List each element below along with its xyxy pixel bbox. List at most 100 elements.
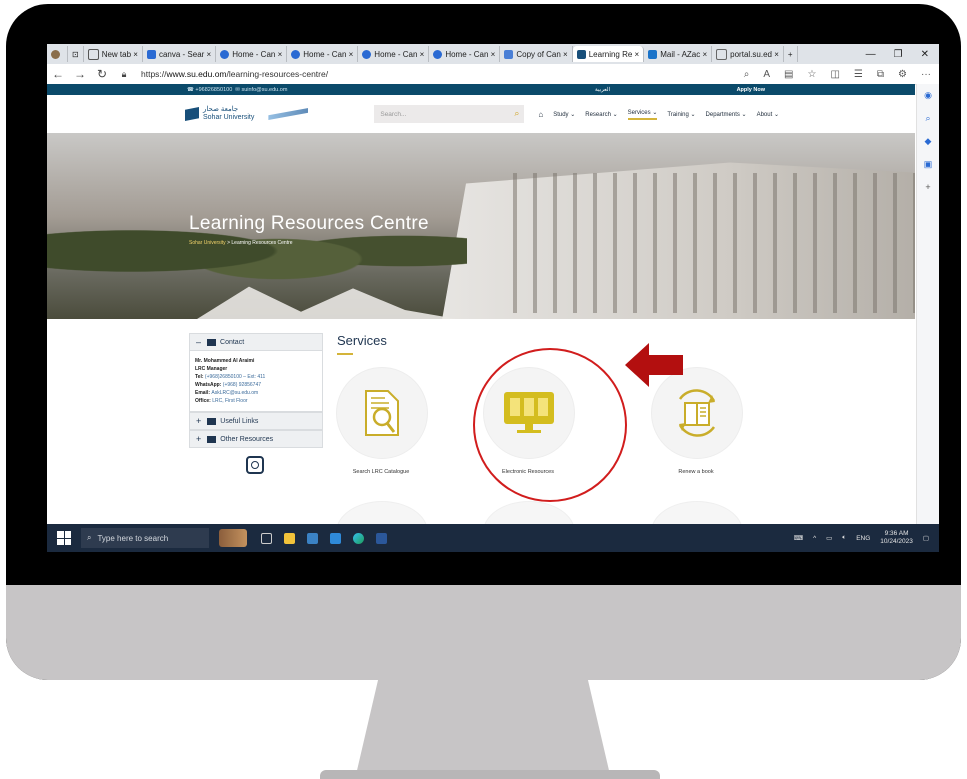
service-tile-partial[interactable] bbox=[651, 501, 743, 524]
restore-icon[interactable]: ❐ bbox=[894, 49, 903, 60]
taskbar-search-placeholder: Type here to search bbox=[97, 533, 169, 543]
keyboard-icon[interactable]: ⌨ bbox=[794, 534, 803, 542]
more-icon[interactable]: ··· bbox=[921, 69, 931, 80]
network-icon[interactable]: ▭ bbox=[826, 534, 832, 542]
browser-tab[interactable]: Home - Can × bbox=[216, 46, 288, 62]
word-icon[interactable] bbox=[376, 532, 387, 544]
favorite-star-icon[interactable]: ☆ bbox=[808, 69, 817, 80]
tab-label: New tab bbox=[101, 49, 132, 59]
service-catalogue-tile[interactable] bbox=[336, 367, 428, 459]
url-field[interactable]: https://www.su.edu.om/learning-resources… bbox=[141, 69, 328, 79]
lock-icon[interactable]: 🔒︎ bbox=[113, 69, 135, 80]
contact-details: Mr. Mohammed Al Araimi LRC Manager Tel: … bbox=[189, 351, 323, 412]
contact-accordion-header[interactable]: – Contact bbox=[189, 333, 323, 351]
copilot-icon[interactable]: ◉ bbox=[924, 90, 932, 101]
contact-email[interactable]: AskLRC@su.edu.om bbox=[211, 390, 258, 396]
collections-icon[interactable]: ⧉ bbox=[877, 69, 884, 80]
browser-tab[interactable]: Copy of Can × bbox=[500, 46, 573, 62]
browser-tab[interactable]: Home - Can × bbox=[358, 46, 430, 62]
site-header: جامعة صحار Sohar University Search... ⌕ … bbox=[47, 95, 915, 133]
extensions-icon[interactable]: ⚙ bbox=[898, 69, 907, 80]
search-icon[interactable]: ⌕ bbox=[514, 108, 519, 119]
store-icon[interactable] bbox=[307, 532, 318, 544]
mail-icon[interactable] bbox=[330, 532, 341, 544]
content-area: – Contact Mr. Mohammed Al Araimi LRC Man… bbox=[47, 319, 915, 524]
tray-chevron-icon[interactable]: ^ bbox=[813, 535, 816, 542]
useful-links-accordion-header[interactable]: + Useful Links bbox=[189, 412, 323, 430]
menu-item-services[interactable]: Services ⌄ bbox=[627, 109, 658, 120]
resources-icon bbox=[207, 435, 217, 443]
newtab-icon bbox=[87, 48, 99, 60]
shopping-icon[interactable]: ◆ bbox=[925, 136, 932, 147]
start-button[interactable] bbox=[57, 531, 71, 545]
file-explorer-icon[interactable] bbox=[284, 532, 295, 544]
split-screen-icon[interactable]: ◫ bbox=[830, 69, 839, 80]
menu-item-research[interactable]: Research ⌄ bbox=[585, 111, 617, 118]
sohar-logo[interactable]: جامعة صحار Sohar University bbox=[185, 106, 309, 122]
notifications-icon[interactable]: ▢ bbox=[923, 534, 929, 542]
forward-icon[interactable]: → bbox=[69, 67, 91, 81]
refresh-icon[interactable]: ↻ bbox=[91, 67, 113, 81]
browser-tab[interactable]: New tab × bbox=[84, 46, 143, 62]
contact-name: Mr. Mohammed Al Araimi bbox=[195, 358, 255, 364]
browser-tab[interactable]: Home - Can × bbox=[287, 46, 359, 62]
read-aloud-icon[interactable]: A bbox=[763, 69, 770, 80]
outlook-icon[interactable]: ▣ bbox=[924, 159, 933, 170]
breadcrumb-home[interactable]: Sohar University bbox=[189, 240, 226, 246]
volume-icon[interactable]: 🔈︎ bbox=[842, 534, 846, 542]
back-icon[interactable]: ← bbox=[47, 67, 69, 81]
tab-label: canva - Sear bbox=[158, 49, 205, 59]
search-highlight-image[interactable] bbox=[219, 529, 247, 547]
language-indicator[interactable]: ENG bbox=[856, 535, 870, 542]
windows-taskbar: ⌕ Type here to search ⌨ ^ ▭ 🔈︎ ENG 9:36 … bbox=[47, 524, 939, 552]
apply-now-link[interactable]: Apply Now bbox=[737, 87, 765, 93]
menu-item-study[interactable]: Study ⌄ bbox=[553, 111, 575, 118]
breadcrumb: Sohar University > Learning Resources Ce… bbox=[189, 240, 293, 246]
collapse-icon: – bbox=[196, 337, 202, 347]
zoom-icon[interactable]: ⌕ bbox=[744, 69, 750, 80]
browser-tab[interactable]: Mail - AZac × bbox=[644, 46, 713, 62]
menu-item-training[interactable]: Training ⌄ bbox=[667, 111, 695, 118]
contact-whatsapp[interactable]: (+968) 92856747 bbox=[223, 382, 261, 388]
browser-tab[interactable]: Home - Can × bbox=[429, 46, 501, 62]
email-link[interactable]: suinfo@su.edu.om bbox=[241, 87, 287, 93]
service-tile-partial[interactable] bbox=[483, 501, 575, 524]
site-search-input[interactable]: Search... ⌕ bbox=[374, 105, 525, 123]
clock[interactable]: 9:36 AM 10/24/2023 bbox=[880, 530, 913, 546]
menu-item-about[interactable]: About ⌄ bbox=[757, 111, 779, 118]
profile-avatar[interactable] bbox=[47, 46, 68, 62]
url-host: www.su.edu.om bbox=[166, 69, 227, 79]
arabic-language-link[interactable]: العربية bbox=[595, 87, 610, 93]
browser-tab[interactable]: portal.su.ed × bbox=[712, 46, 784, 62]
url-scheme: https:// bbox=[141, 69, 167, 79]
search-icon[interactable]: ⌕ bbox=[925, 113, 930, 124]
menu-item-departments[interactable]: Departments ⌄ bbox=[706, 111, 747, 118]
breadcrumb-current: Learning Resources Centre bbox=[231, 240, 293, 246]
minimize-icon[interactable]: — bbox=[866, 49, 876, 60]
service-label[interactable]: Search LRC Catalogue bbox=[321, 469, 441, 475]
other-resources-accordion-header[interactable]: + Other Resources bbox=[189, 430, 323, 448]
close-icon[interactable]: ✕ bbox=[921, 49, 929, 60]
immersive-reader-icon[interactable]: ▤ bbox=[784, 69, 793, 80]
edge-icon[interactable] bbox=[353, 532, 364, 544]
instagram-icon[interactable] bbox=[246, 456, 264, 474]
task-view-icon[interactable] bbox=[261, 532, 272, 544]
home-icon[interactable]: ⌂ bbox=[538, 110, 543, 119]
add-icon[interactable]: + bbox=[925, 182, 930, 192]
page-title: Learning Resources Centre bbox=[189, 213, 429, 234]
tab-actions-icon[interactable]: ⊡ bbox=[68, 46, 84, 62]
taskbar-search-input[interactable]: ⌕ Type here to search bbox=[81, 528, 209, 548]
phone-number[interactable]: +96826850100 bbox=[195, 87, 232, 93]
menu-label: Research bbox=[585, 111, 611, 118]
service-tile-partial[interactable] bbox=[336, 501, 428, 524]
contact-tel[interactable]: (+968)26850100 – Ext: 411 bbox=[205, 374, 265, 380]
address-bar: ← → ↻ 🔒︎ https://www.su.edu.om/learning-… bbox=[47, 64, 939, 85]
link-icon bbox=[207, 417, 217, 425]
browser-tab[interactable]: canva - Sear × bbox=[143, 46, 217, 62]
new-tab-button[interactable]: + bbox=[784, 46, 798, 62]
browser-tab-active[interactable]: Learning Re × bbox=[572, 46, 645, 62]
contact-line: WhatsApp: (+968) 92856747 bbox=[195, 381, 317, 389]
tab-label: Learning Re bbox=[588, 49, 633, 59]
service-label[interactable]: Renew a book bbox=[636, 469, 756, 475]
favorites-icon[interactable]: ☰ bbox=[854, 69, 863, 80]
